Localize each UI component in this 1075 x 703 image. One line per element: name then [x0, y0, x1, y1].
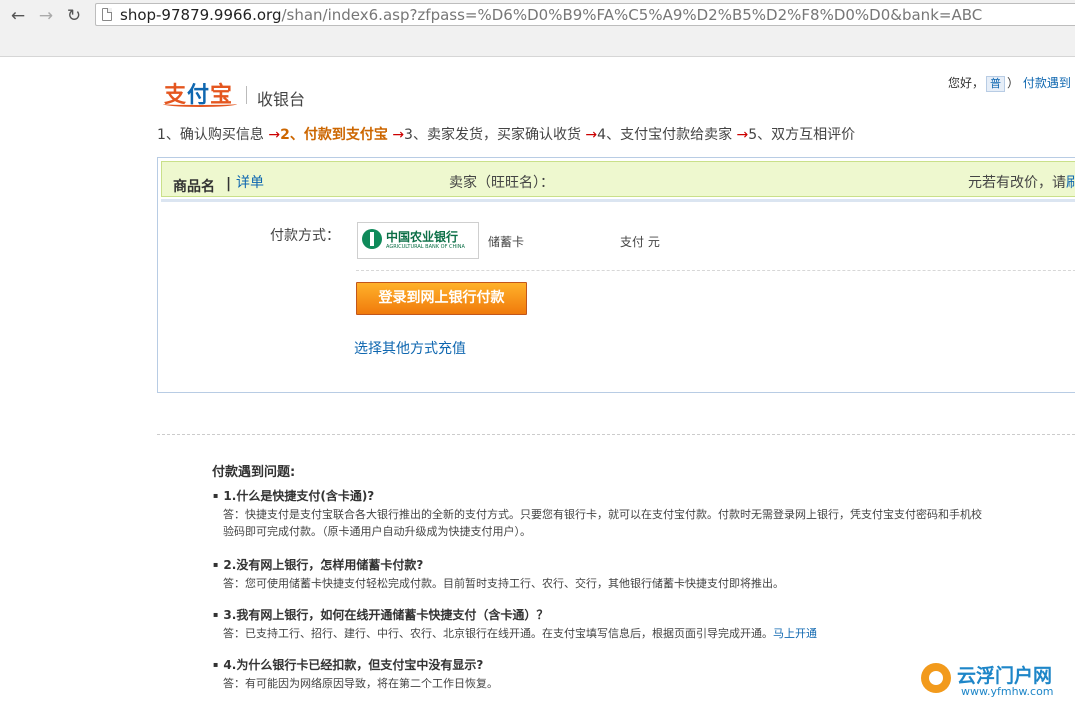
user-name[interactable]: 普: [986, 76, 1006, 92]
page-icon: [102, 8, 112, 21]
detail-link[interactable]: 详单: [236, 172, 264, 192]
row-divider: [356, 270, 1075, 271]
site-watermark: 云浮门户网 www.yfmhw.com: [921, 660, 1075, 703]
bank-name: 中国农业银行: [386, 230, 459, 244]
payment-steps: 1、确认购买信息 →2、付款到支付宝 →3、卖家发货，买家确认收货 →4、支付宝…: [157, 127, 856, 143]
address-bar[interactable]: shop-97879.9966.org/shan/index6.asp?zfpa…: [95, 3, 1075, 26]
faq-item: 2.没有网上银行，怎样用储蓄卡付款? 答：您可使用储蓄卡快捷支付轻松完成付款。目…: [213, 557, 1073, 592]
bank-selection[interactable]: 中国农业银行 AGRICULTURAL BANK OF CHINA: [357, 222, 479, 259]
abc-bank-icon: [362, 229, 382, 249]
refresh-link[interactable]: 刷: [1066, 175, 1075, 191]
open-now-link[interactable]: 马上开通: [773, 627, 817, 640]
payment-method-label: 付款方式：: [270, 228, 340, 244]
bank-name-en: AGRICULTURAL BANK OF CHINA: [386, 244, 465, 250]
forward-icon[interactable]: →: [35, 5, 57, 27]
logo-swoosh: [163, 101, 237, 107]
current-step: 2、付款到支付宝: [280, 127, 388, 143]
other-method-link[interactable]: 选择其他方式充值: [354, 338, 466, 358]
order-summary-bar: 商品名 | 详单 卖家（旺旺名）： 元若有改价，请刷: [161, 161, 1075, 197]
watermark-logo-icon: [921, 663, 951, 693]
login-bank-button[interactable]: 登录到网上银行付款: [356, 282, 527, 315]
panel-divider: [161, 199, 1075, 202]
section-divider: [157, 434, 1075, 435]
faq-item: 1.什么是快捷支付(含卡通)? 答：快捷支付是支付宝联合各大银行推出的全新的支付…: [213, 488, 1073, 540]
reload-icon[interactable]: ↻: [63, 5, 85, 27]
card-type: 储蓄卡: [488, 235, 525, 249]
user-greeting: 您好，普） 付款遇到: [948, 76, 1071, 92]
url-text: shop-97879.9966.org/shan/index6.asp?zfpa…: [120, 6, 983, 24]
logo-divider: [246, 86, 247, 104]
faq-item: 3.我有网上银行，如何在线开通储蓄卡快捷支付（含卡通）？ 答：已支持工行、招行、…: [213, 607, 1073, 642]
browser-toolbar: ← → ↻ shop-97879.9966.org/shan/index6.as…: [0, 0, 1075, 57]
back-icon[interactable]: ←: [7, 5, 29, 27]
seller-label: 卖家（旺旺名）：: [449, 175, 554, 191]
cashier-title: 收银台: [257, 90, 306, 109]
payment-panel: 商品名 | 详单 卖家（旺旺名）： 元若有改价，请刷 付款方式： 中国农业银行 …: [157, 157, 1075, 393]
price-note: 元若有改价，请刷: [968, 172, 1075, 192]
faq-title: 付款遇到问题:: [212, 465, 296, 480]
pay-amount: 支付 元: [620, 235, 660, 249]
help-link[interactable]: 付款遇到: [1023, 76, 1071, 90]
product-name-label: 商品名: [173, 179, 215, 195]
